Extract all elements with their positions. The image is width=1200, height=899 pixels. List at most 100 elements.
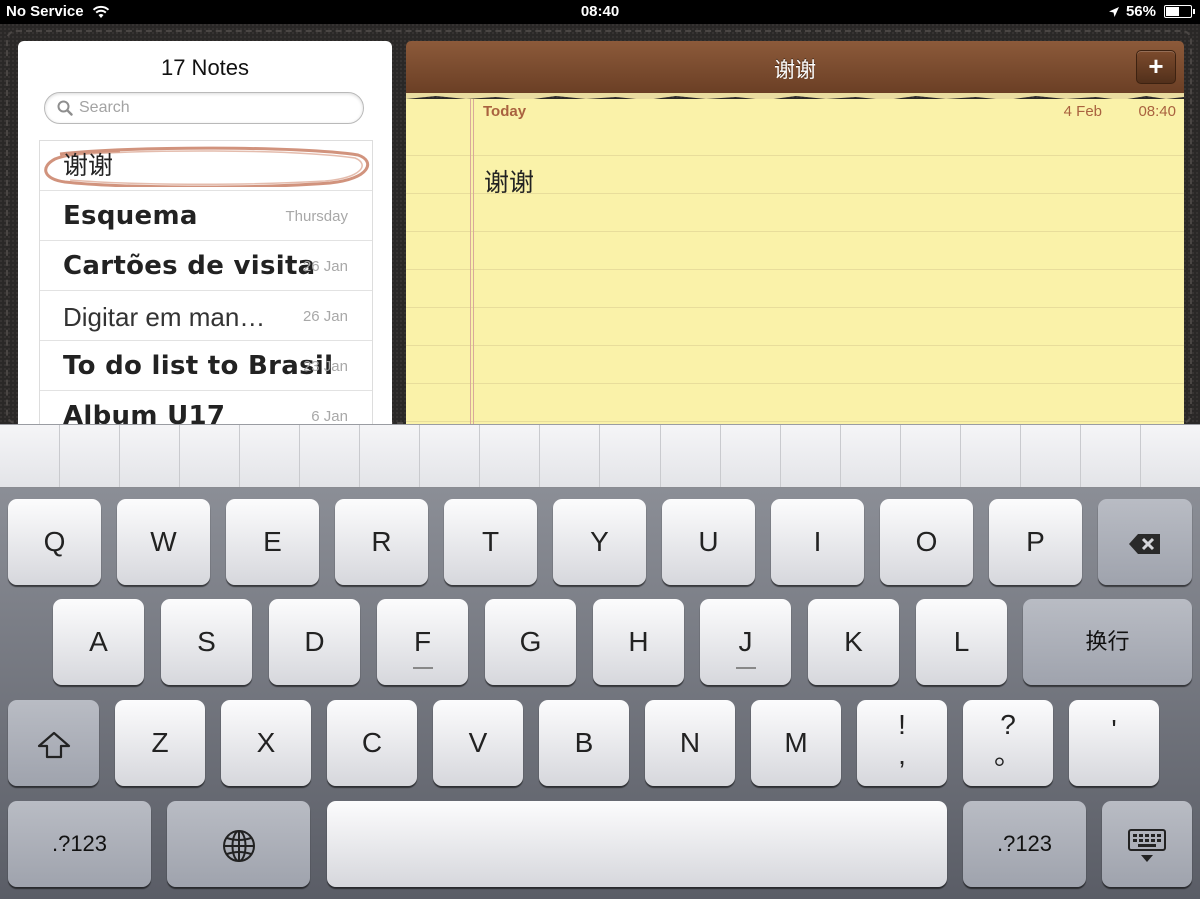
globe-icon — [222, 829, 255, 862]
key-d[interactable]: D — [269, 599, 360, 685]
note-header-title: 谢谢 — [774, 59, 816, 82]
key-l[interactable]: L — [916, 599, 1007, 685]
note-row-selected[interactable]: 谢谢 — [40, 141, 372, 191]
location-icon — [1108, 6, 1119, 17]
key-exclaim-comma[interactable]: ! , — [857, 700, 947, 786]
note-row[interactable]: Album U17 6 Jan — [40, 391, 372, 426]
key-y[interactable]: Y — [553, 499, 646, 585]
note-date: Thursday — [285, 208, 348, 225]
candidate-slot[interactable] — [781, 425, 841, 487]
note-day-label: Today — [483, 103, 527, 120]
key-z[interactable]: Z — [115, 700, 205, 786]
key-w[interactable]: W — [117, 499, 210, 585]
key-apostrophe[interactable]: ' — [1069, 700, 1159, 786]
hide-keyboard-key[interactable] — [1102, 801, 1192, 887]
shift-key[interactable] — [8, 700, 99, 786]
key-p[interactable]: P — [989, 499, 1082, 585]
key-h[interactable]: H — [593, 599, 684, 685]
candidate-slot[interactable] — [841, 425, 901, 487]
candidate-slot[interactable] — [1081, 425, 1141, 487]
note-date-label: 4 Feb — [1063, 103, 1102, 120]
candidate-slot[interactable] — [240, 425, 301, 487]
note-title: Esquema — [63, 201, 198, 231]
key-top-char: ! — [898, 709, 906, 740]
note-title: Album U17 — [63, 401, 226, 426]
numbers-key-left[interactable]: .?123 — [8, 801, 151, 887]
numbers-key-right[interactable]: .?123 — [963, 801, 1086, 887]
candidate-slot[interactable] — [1141, 425, 1200, 487]
candidate-slot[interactable] — [961, 425, 1021, 487]
note-row[interactable]: To do list to Brasil 23 Jan — [40, 341, 372, 391]
keyboard: Q W E R T Y U I O P A S D F G H J K L 换行… — [0, 488, 1200, 899]
candidate-slot[interactable] — [600, 425, 661, 487]
key-m[interactable]: M — [751, 700, 841, 786]
candidate-slot[interactable] — [721, 425, 781, 487]
shift-icon — [37, 731, 70, 758]
space-key[interactable] — [327, 801, 947, 887]
candidate-bar — [0, 424, 1200, 488]
note-date: 6 Jan — [311, 408, 348, 425]
key-e[interactable]: E — [226, 499, 319, 585]
candidate-slot[interactable] — [1021, 425, 1081, 487]
return-key[interactable]: 换行 — [1023, 599, 1192, 685]
home-row-marker — [412, 667, 433, 669]
note-date: 23 Jan — [302, 358, 348, 375]
candidate-slot[interactable] — [901, 425, 961, 487]
key-g[interactable]: G — [485, 599, 576, 685]
note-title: Cartões de visita — [63, 251, 316, 281]
key-k[interactable]: K — [808, 599, 899, 685]
note-header: 谢谢 + — [406, 41, 1184, 94]
search-input[interactable] — [79, 98, 349, 118]
candidate-slot[interactable] — [120, 425, 181, 487]
key-j[interactable]: J — [700, 599, 791, 685]
candidate-slot[interactable] — [661, 425, 721, 487]
candidate-slot[interactable] — [540, 425, 601, 487]
note-row[interactable]: Esquema Thursday — [40, 191, 372, 241]
note-title: To do list to Brasil — [63, 351, 334, 381]
candidate-slot[interactable] — [420, 425, 481, 487]
note-paper[interactable] — [406, 99, 1184, 426]
key-x[interactable]: X — [221, 700, 311, 786]
note-title: Digitar em man… — [63, 302, 266, 332]
status-time: 08:40 — [580, 3, 620, 20]
candidate-slot[interactable] — [360, 425, 421, 487]
note-body-text[interactable]: 谢谢 — [484, 163, 534, 199]
key-bottom-char: , — [898, 739, 906, 770]
key-i[interactable]: I — [771, 499, 864, 585]
battery-level — [1166, 7, 1179, 16]
key-t[interactable]: T — [444, 499, 537, 585]
key-f[interactable]: F — [377, 599, 468, 685]
candidate-slot[interactable] — [300, 425, 361, 487]
key-r[interactable]: R — [335, 499, 428, 585]
key-n[interactable]: N — [645, 700, 735, 786]
note-time-label: 08:40 — [1138, 103, 1176, 120]
candidate-slot[interactable] — [60, 425, 121, 487]
search-box[interactable] — [44, 92, 364, 124]
key-b[interactable]: B — [539, 700, 629, 786]
globe-key[interactable] — [167, 801, 310, 887]
key-question-period[interactable]: ? 。 — [963, 700, 1053, 786]
key-s[interactable]: S — [161, 599, 252, 685]
notes-count-title: 17 Notes — [160, 55, 250, 80]
key-top-char: ? — [1000, 709, 1016, 740]
backspace-key[interactable] — [1098, 499, 1192, 585]
battery-icon — [1164, 5, 1195, 18]
backspace-icon — [1129, 533, 1160, 554]
key-j-label: J — [738, 626, 753, 657]
note-row[interactable]: Digitar em man… 26 Jan — [40, 291, 372, 341]
note-title: 谢谢 — [63, 151, 114, 180]
key-u[interactable]: U — [662, 499, 755, 585]
key-f-label: F — [413, 626, 432, 657]
paper-margin-line — [470, 99, 474, 426]
key-o[interactable]: O — [880, 499, 973, 585]
note-row[interactable]: Cartões de visita 26 Jan — [40, 241, 372, 291]
key-c[interactable]: C — [327, 700, 417, 786]
key-v[interactable]: V — [433, 700, 523, 786]
key-a[interactable]: A — [53, 599, 144, 685]
candidate-slot[interactable] — [0, 425, 61, 487]
candidate-slot[interactable] — [180, 425, 241, 487]
key-q[interactable]: Q — [8, 499, 101, 585]
candidate-slot[interactable] — [480, 425, 541, 487]
battery-percent: 56% — [1125, 3, 1156, 20]
add-note-button[interactable]: + — [1136, 50, 1176, 84]
